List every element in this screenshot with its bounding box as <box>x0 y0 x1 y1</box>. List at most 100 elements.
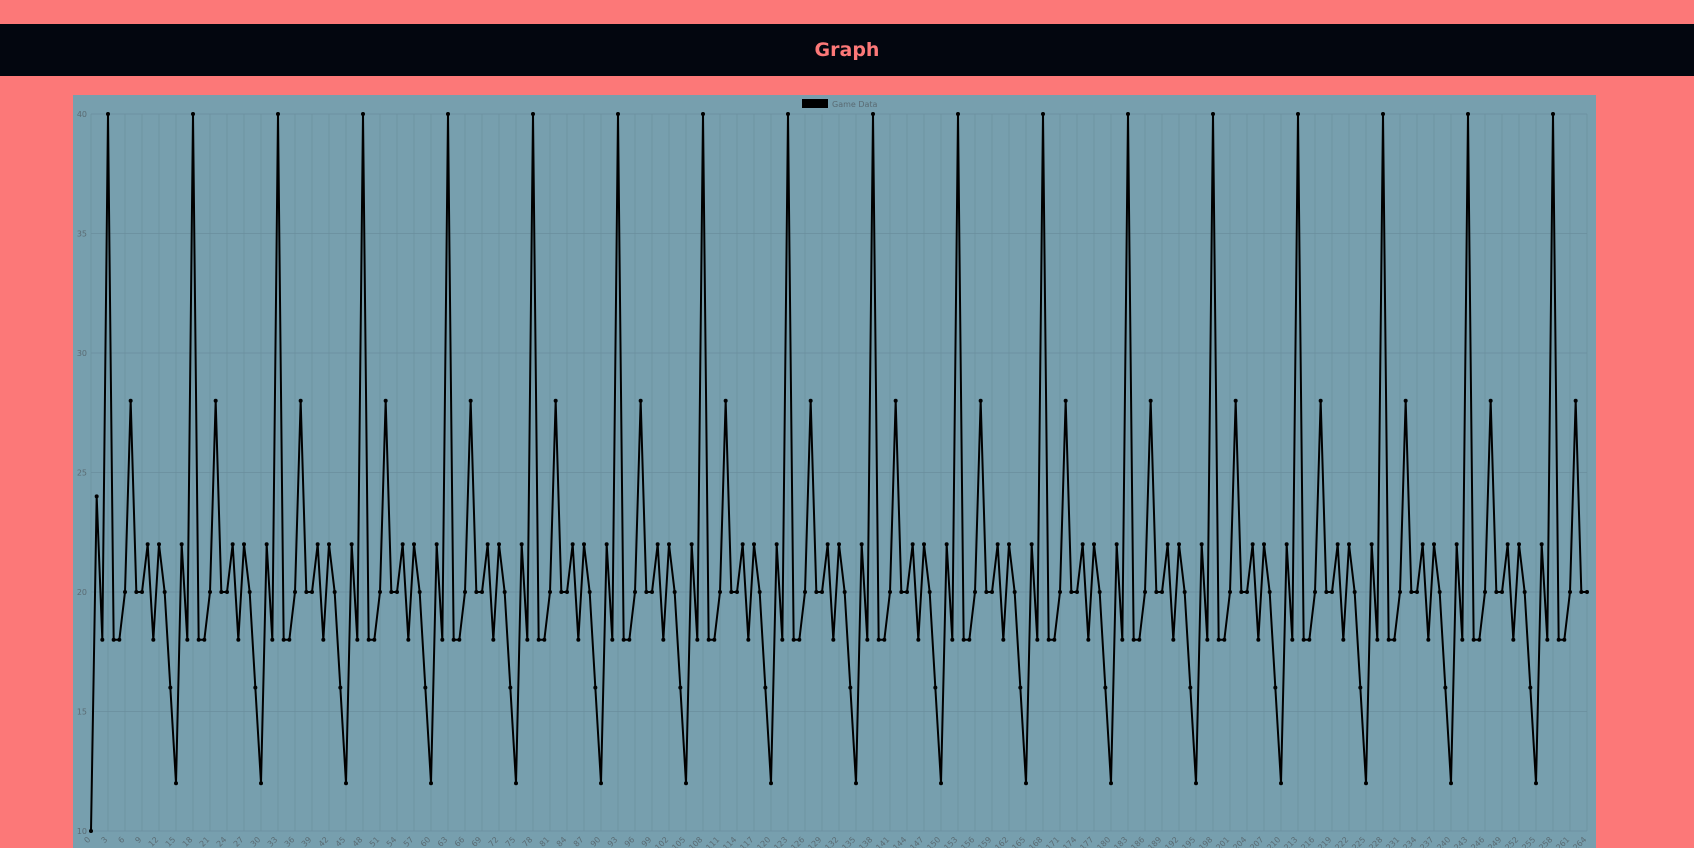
data-point <box>995 542 1000 547</box>
data-point <box>502 590 507 594</box>
x-tick-label: 201 <box>1214 835 1231 848</box>
data-point <box>1341 637 1346 642</box>
x-tick-label: 96 <box>623 835 637 848</box>
data-point <box>344 781 348 786</box>
x-tick-label: 78 <box>521 835 535 848</box>
data-point <box>1024 781 1028 786</box>
x-tick-label: 186 <box>1129 835 1146 848</box>
data-point <box>820 590 824 594</box>
x-tick-label: 168 <box>1027 835 1044 848</box>
x-tick-label: 213 <box>1282 835 1299 848</box>
data-point <box>1228 590 1232 594</box>
data-point <box>1318 398 1323 403</box>
data-point <box>701 112 705 116</box>
data-point <box>310 590 314 594</box>
data-point <box>1488 398 1493 403</box>
data-point <box>514 781 518 786</box>
data-point <box>372 637 377 642</box>
data-point <box>814 590 819 594</box>
x-tick-label: 102 <box>653 835 670 848</box>
data-point <box>1103 685 1108 690</box>
x-tick-label: 24 <box>215 835 229 848</box>
data-point <box>944 542 949 547</box>
data-point <box>440 637 445 642</box>
data-point <box>1137 637 1142 642</box>
x-tick-label: 144 <box>891 835 908 848</box>
data-point <box>117 637 122 642</box>
data-point <box>230 542 235 547</box>
data-point <box>973 590 977 594</box>
data-point <box>1477 637 1482 642</box>
data-point <box>338 685 343 690</box>
data-point <box>927 590 932 594</box>
data-point <box>1375 637 1380 642</box>
data-point <box>259 781 263 786</box>
x-tick-label: 174 <box>1061 835 1078 848</box>
data-point <box>134 590 139 594</box>
data-point <box>1528 685 1533 690</box>
data-point <box>1120 637 1125 642</box>
data-point <box>689 542 694 547</box>
x-tick-label: 105 <box>670 835 687 848</box>
x-tick-label: 108 <box>687 835 704 848</box>
data-point <box>667 542 671 547</box>
x-tick-label: 45 <box>334 835 348 848</box>
x-tick-label: 249 <box>1486 835 1503 848</box>
x-tick-label: 9 <box>133 835 143 845</box>
data-point <box>253 685 258 690</box>
data-point <box>763 685 768 690</box>
data-point <box>1534 781 1538 786</box>
data-point <box>281 637 286 642</box>
x-tick-label: 18 <box>181 835 195 848</box>
x-tick-label: 3 <box>99 835 109 845</box>
x-tick-label: 228 <box>1367 835 1384 848</box>
data-point <box>355 637 360 642</box>
data-point <box>1301 637 1306 642</box>
x-tick-label: 162 <box>993 835 1010 848</box>
data-point <box>151 637 156 642</box>
x-tick-label: 210 <box>1265 835 1282 848</box>
data-point <box>423 685 428 690</box>
data-point <box>1539 542 1544 547</box>
data-point <box>1585 590 1589 594</box>
x-tick-label: 66 <box>453 835 467 848</box>
data-point <box>1449 781 1453 786</box>
x-tick-label: 72 <box>487 835 501 848</box>
x-tick-label: 255 <box>1520 835 1537 848</box>
x-tick-label: 42 <box>317 835 331 848</box>
data-point <box>1165 542 1170 547</box>
data-point <box>655 542 660 547</box>
x-tick-label: 126 <box>789 835 806 848</box>
data-point <box>1267 590 1272 594</box>
data-point <box>1551 112 1555 116</box>
data-point <box>531 112 535 116</box>
data-point <box>225 590 229 594</box>
data-point <box>1420 542 1425 547</box>
y-tick-label: 15 <box>77 708 87 717</box>
data-point <box>395 590 399 594</box>
data-point <box>417 590 422 594</box>
data-point <box>242 542 246 547</box>
data-point <box>803 590 807 594</box>
data-point <box>1018 685 1023 690</box>
x-tick-label: 171 <box>1044 835 1061 848</box>
data-point <box>1273 685 1278 690</box>
data-point <box>1352 590 1357 594</box>
data-point <box>1369 542 1374 547</box>
data-point <box>451 637 456 642</box>
data-point <box>1029 542 1034 547</box>
data-point <box>89 829 93 833</box>
data-point <box>1454 542 1459 547</box>
x-tick-label: 87 <box>572 835 586 848</box>
x-tick-label: 192 <box>1163 835 1180 848</box>
x-tick-label: 195 <box>1180 835 1197 848</box>
x-tick-label: 204 <box>1231 835 1248 848</box>
data-point <box>412 542 416 547</box>
data-point <box>185 637 190 642</box>
data-point <box>1211 112 1215 116</box>
data-point <box>287 637 292 642</box>
x-tick-label: 60 <box>419 835 433 848</box>
data-point <box>1392 637 1397 642</box>
data-point <box>480 590 484 594</box>
data-point <box>174 781 178 786</box>
